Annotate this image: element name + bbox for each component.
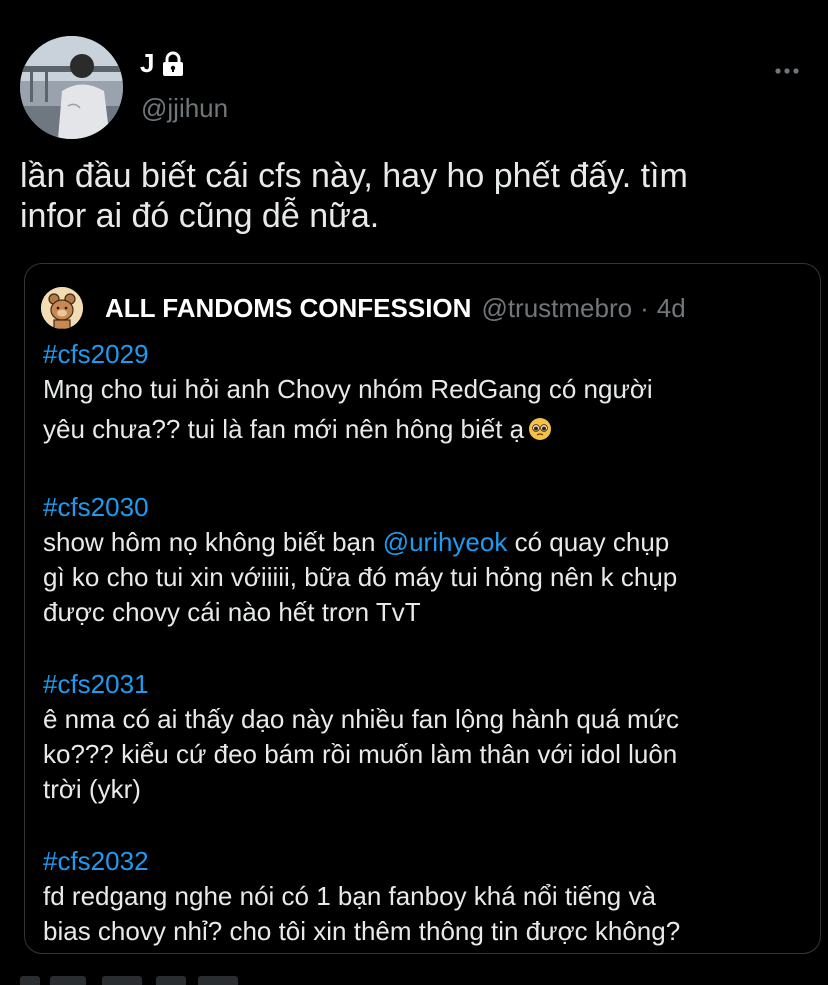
quoted-user-avatar[interactable]: [41, 287, 83, 329]
quoted-tweet-body: #cfs2029 Mng cho tui hỏi anh Chovy nhóm …: [43, 336, 813, 949]
bear-avatar-icon: [41, 287, 83, 329]
tweet-text-line: infor ai đó cũng dễ nữa.: [20, 197, 380, 235]
cropped-timestamp-row: [20, 972, 290, 985]
confession-post: #cfs2031 ê nma có ai thấy dạo này nhiều …: [43, 666, 813, 807]
display-name[interactable]: J: [140, 48, 155, 79]
post-line: show hôm nọ không biết bạn @urihyeok có …: [43, 525, 813, 560]
user-avatar[interactable]: [20, 36, 123, 139]
hashtag-link[interactable]: #cfs2030: [43, 489, 813, 525]
confession-post: #cfs2030 show hôm nọ không biết bạn @uri…: [43, 489, 813, 630]
post-line: ko??? kiểu cứ đeo bám rồi muốn làm thân …: [43, 739, 678, 769]
hashtag-link[interactable]: #cfs2029: [43, 336, 813, 372]
post-line: được chovy cái nào hết trơn TvT: [43, 597, 421, 627]
lock-icon: [161, 51, 185, 77]
post-line: gì ko cho tui xin vớiiiii, bữa đó máy tu…: [43, 562, 678, 592]
user-handle[interactable]: @jjihun: [141, 93, 228, 124]
post-line: yêu chưa?? tui là fan mới nên hông biết …: [43, 407, 813, 451]
confession-post: #cfs2032 fd redgang nghe nói có 1 bạn fa…: [43, 843, 813, 949]
post-line-text: có quay chụp: [507, 527, 670, 557]
hashtag-link[interactable]: #cfs2031: [43, 666, 813, 702]
post-line: trời (ykr): [43, 774, 141, 804]
tweet-text-line: lần đầu biết cái cfs này, hay ho phết đấ…: [20, 157, 688, 195]
separator-dot: ·: [640, 292, 649, 323]
post-line: Mng cho tui hỏi anh Chovy nhóm RedGang c…: [43, 374, 653, 404]
hashtag-link[interactable]: #cfs2032: [43, 843, 813, 879]
post-line: bias chovy nhỉ? cho tôi xin thêm thông t…: [43, 916, 681, 946]
post-spacer: [43, 451, 813, 489]
post-line: fd redgang nghe nói có 1 bạn fanboy khá …: [43, 881, 656, 911]
profile-photo: [20, 36, 123, 139]
quoted-display-name[interactable]: ALL FANDOMS CONFESSION: [105, 293, 471, 324]
tweet-header: J @jjihun: [20, 36, 810, 140]
post-spacer: [43, 630, 813, 666]
quoted-handle[interactable]: @trustmebro: [481, 293, 632, 324]
post-line: ê nma có ai thấy dạo này nhiều fan lộng …: [43, 704, 680, 734]
quoted-tweet-header: ALL FANDOMS CONFESSION @trustmebro · 4d: [41, 286, 686, 330]
name-row: J: [140, 48, 185, 79]
pleading-face-emoji: [528, 410, 552, 440]
post-line-text: show hôm nọ không biết bạn: [43, 527, 383, 557]
post-line-text: yêu chưa?? tui là fan mới nên hông biết …: [43, 414, 525, 444]
post-spacer: [43, 807, 813, 843]
quoted-timestamp[interactable]: 4d: [657, 293, 686, 324]
tweet-text: lần đầu biết cái cfs này, hay ho phết đấ…: [20, 156, 810, 236]
more-options-icon[interactable]: [774, 62, 800, 74]
mention-link[interactable]: @urihyeok: [383, 527, 508, 557]
quoted-tweet[interactable]: ALL FANDOMS CONFESSION @trustmebro · 4d …: [24, 263, 821, 954]
confession-post: #cfs2029 Mng cho tui hỏi anh Chovy nhóm …: [43, 336, 813, 451]
